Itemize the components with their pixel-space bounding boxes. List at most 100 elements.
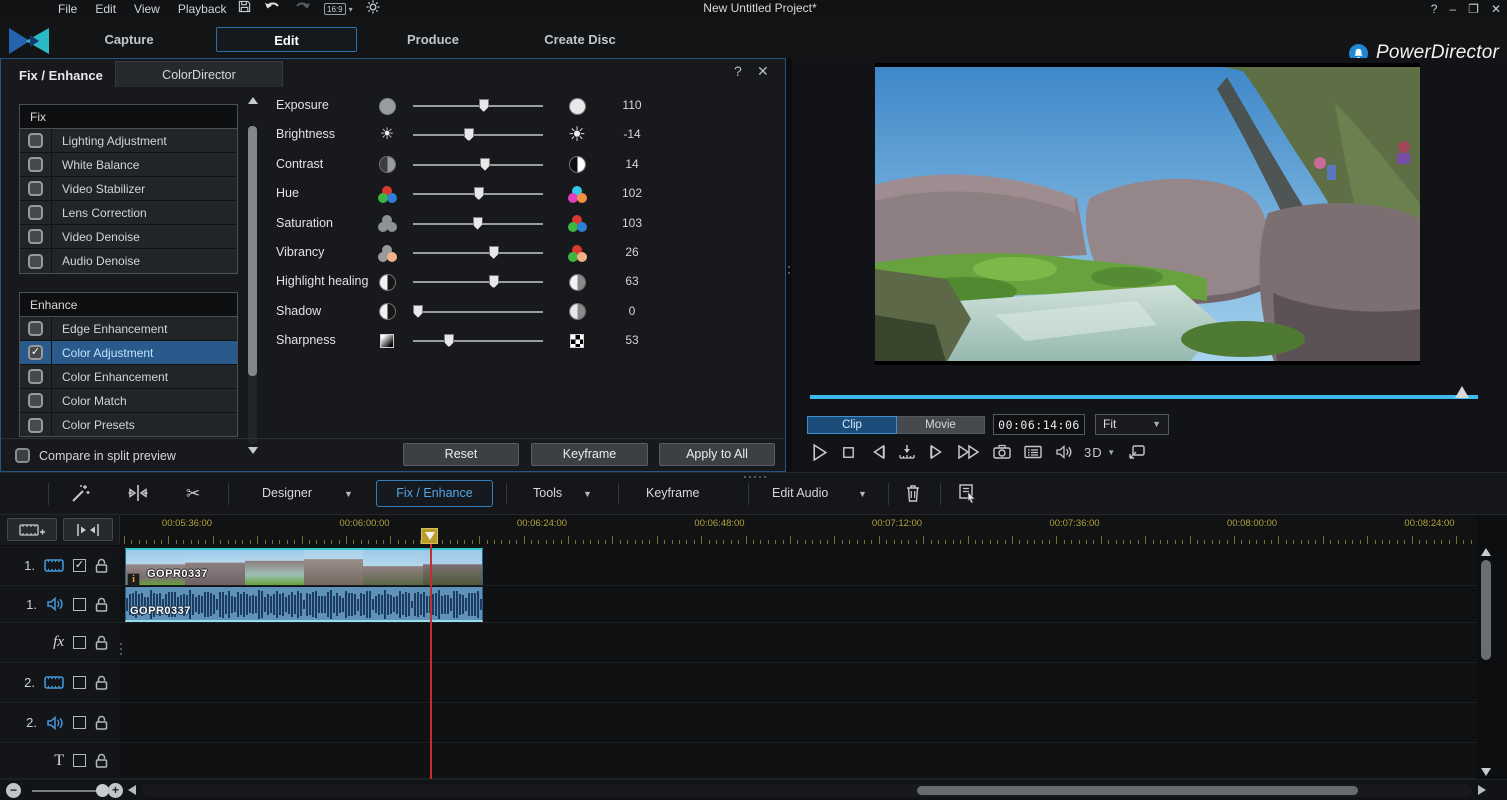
exposure-slider-thumb[interactable]	[479, 99, 489, 112]
play-button[interactable]	[810, 441, 829, 463]
fix-item-white-balance[interactable]: White Balance	[20, 153, 237, 177]
tab-edit[interactable]: Edit	[216, 27, 357, 52]
preview-seekbar[interactable]	[810, 395, 1478, 399]
volume-button[interactable]	[1054, 441, 1073, 463]
vscroll-thumb[interactable]	[1481, 560, 1491, 660]
scroll-right-icon[interactable]	[1478, 785, 1486, 795]
hscroll-thumb[interactable]	[917, 786, 1358, 795]
hue-slider[interactable]	[413, 193, 543, 195]
minimize-button[interactable]: –	[1449, 2, 1456, 16]
fix-checkbox-audio-denoise[interactable]	[28, 254, 43, 269]
track-enable-checkbox[interactable]	[73, 754, 86, 767]
fix-checkbox-lighting-adjustment[interactable]	[28, 133, 43, 148]
tab-movie-mode[interactable]: Movie	[897, 416, 985, 434]
panel-help-icon[interactable]: ?	[734, 63, 742, 79]
stop-button[interactable]	[840, 441, 857, 463]
track-enable-checkbox[interactable]	[73, 636, 86, 649]
track-enable-checkbox[interactable]: ✓	[73, 559, 86, 572]
fix-enhance-button[interactable]: Fix / Enhance	[376, 480, 493, 507]
scroll-left-icon[interactable]	[128, 785, 136, 795]
close-button[interactable]: ✕	[1491, 2, 1501, 16]
undock-preview-button[interactable]	[1127, 441, 1147, 463]
scissors-icon[interactable]: ✂	[186, 484, 200, 504]
keyframe-tool[interactable]: Keyframe	[646, 486, 700, 500]
brightness-slider-thumb[interactable]	[464, 128, 474, 141]
enhance-item-color-presets[interactable]: Color Presets	[20, 413, 237, 437]
seek-to-position-button[interactable]	[898, 441, 916, 463]
menu-edit[interactable]: Edit	[95, 2, 116, 16]
enhance-item-color-enhancement[interactable]: Color Enhancement	[20, 365, 237, 389]
3d-mode-button[interactable]: 3D ▼	[1084, 441, 1116, 463]
tools-menu[interactable]: Tools	[533, 486, 562, 500]
sharpness-slider[interactable]	[413, 340, 543, 342]
vibrancy-slider-thumb[interactable]	[489, 246, 499, 259]
next-frame-button[interactable]	[927, 441, 946, 463]
tab-produce[interactable]: Produce	[374, 27, 492, 52]
track-manager-button[interactable]	[7, 518, 57, 541]
fix-checkbox-lens-correction[interactable]	[28, 205, 43, 220]
contrast-slider-thumb[interactable]	[480, 158, 490, 171]
track-lock-icon[interactable]	[95, 675, 108, 690]
split-clip-icon[interactable]	[127, 482, 149, 509]
undo-icon[interactable]	[264, 0, 281, 18]
timecode-display[interactable]: 00:06:14:06	[993, 414, 1085, 435]
track-header-2-audio[interactable]: 1.	[0, 586, 120, 623]
timeline-horizontal-scrollbar[interactable]	[142, 784, 1472, 797]
tab-capture[interactable]: Capture	[70, 27, 188, 52]
menu-file[interactable]: File	[58, 2, 77, 16]
settings-gear-icon[interactable]	[366, 0, 380, 19]
save-icon[interactable]	[238, 0, 251, 18]
scroll-down-icon[interactable]	[248, 447, 258, 454]
fix-checkbox-white-balance[interactable]	[28, 157, 43, 172]
timeline-ruler[interactable]: 00:05:36:0000:06:00:0000:06:24:0000:06:4…	[120, 515, 1477, 545]
timeline-track-row-6[interactable]	[120, 743, 1477, 779]
enhance-item-color-match[interactable]: Color Match	[20, 389, 237, 413]
enhance-item-edge-enhancement[interactable]: Edge Enhancement	[20, 317, 237, 341]
fix-checkbox-video-denoise[interactable]	[28, 229, 43, 244]
previous-frame-button[interactable]	[868, 441, 887, 463]
fix-item-audio-denoise[interactable]: Audio Denoise	[20, 249, 237, 273]
track-lock-icon[interactable]	[95, 558, 108, 573]
track-header-3-fx[interactable]: fx	[0, 623, 120, 663]
scroll-up-icon[interactable]	[248, 97, 258, 104]
tab-colordirector[interactable]: ColorDirector	[115, 61, 283, 87]
contrast-slider[interactable]	[413, 164, 543, 166]
enhance-checkbox-color-adjustment[interactable]: ✓	[28, 345, 43, 360]
shadow-slider[interactable]	[413, 311, 543, 313]
brightness-slider[interactable]	[413, 134, 543, 136]
track-enable-checkbox[interactable]	[73, 676, 86, 689]
highlight-healing-slider-thumb[interactable]	[489, 275, 499, 288]
timeline-track-row-5[interactable]	[120, 703, 1477, 743]
designer-menu[interactable]: Designer	[262, 486, 312, 500]
track-header-6-title[interactable]: T	[0, 743, 120, 779]
track-lock-icon[interactable]	[95, 597, 108, 612]
enhance-checkbox-color-enhancement[interactable]	[28, 369, 43, 384]
magic-style-wand-icon[interactable]	[70, 482, 92, 509]
menu-view[interactable]: View	[134, 2, 160, 16]
enhance-checkbox-color-presets[interactable]	[28, 418, 43, 433]
track-header-1-video[interactable]: 1.✓	[0, 546, 120, 586]
timeline-track-row-4[interactable]	[120, 663, 1477, 703]
exposure-slider[interactable]	[413, 105, 543, 107]
fix-item-video-denoise[interactable]: Video Denoise	[20, 225, 237, 249]
range-select-icon[interactable]	[957, 482, 979, 509]
sharpness-slider-thumb[interactable]	[444, 334, 454, 347]
zoom-out-button[interactable]: −	[6, 783, 21, 798]
fix-item-lens-correction[interactable]: Lens Correction	[20, 201, 237, 225]
timeline-zoom-slider[interactable]	[32, 790, 112, 792]
scroll-up-icon[interactable]	[1481, 548, 1491, 556]
enhance-item-color-adjustment[interactable]: ✓Color Adjustment	[20, 341, 237, 365]
fast-forward-button[interactable]	[957, 441, 981, 463]
redo-icon[interactable]	[294, 0, 311, 18]
saturation-slider[interactable]	[413, 223, 543, 225]
keyframe-button[interactable]: Keyframe	[531, 443, 648, 466]
reset-button[interactable]: Reset	[403, 443, 519, 466]
track-lock-icon[interactable]	[95, 753, 108, 768]
help-button[interactable]: ?	[1431, 2, 1438, 16]
vibrancy-slider[interactable]	[413, 252, 543, 254]
fix-checkbox-video-stabilizer[interactable]	[28, 181, 43, 196]
track-header-4-video[interactable]: 2.	[0, 663, 120, 703]
track-enable-checkbox[interactable]	[73, 598, 86, 611]
fix-item-lighting-adjustment[interactable]: Lighting Adjustment	[20, 129, 237, 153]
hue-slider-thumb[interactable]	[474, 187, 484, 200]
